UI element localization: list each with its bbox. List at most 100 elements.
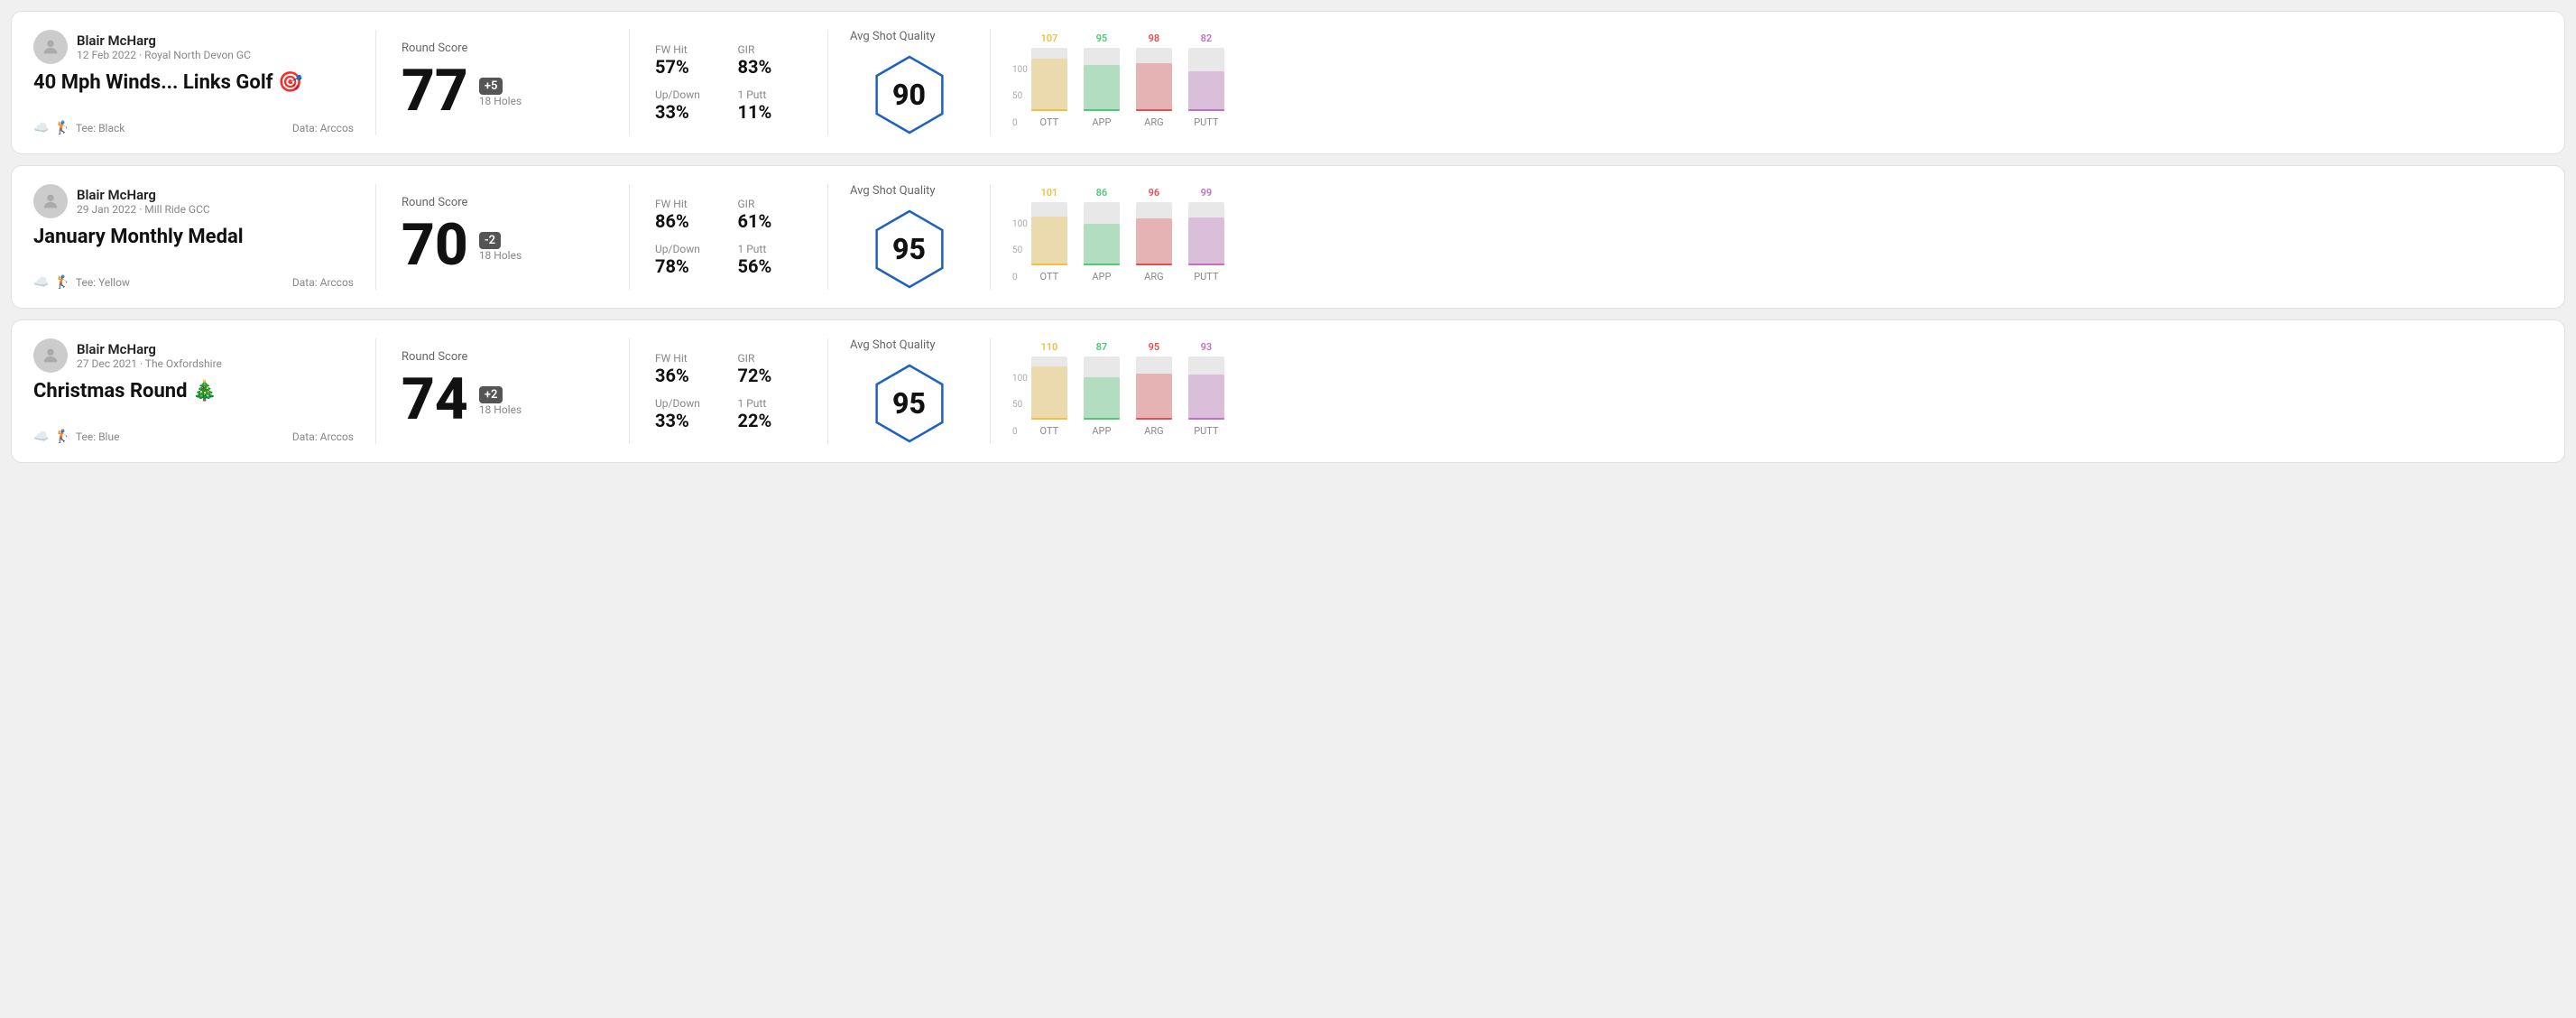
big-score: 74 <box>402 371 468 429</box>
gir-value: 83% <box>738 56 803 78</box>
oneputt-stat: 1 Putt 22% <box>738 397 803 431</box>
bar-fill <box>1031 366 1067 420</box>
quality-section: Avg Shot Quality 95 <box>827 184 990 290</box>
cloud-icon: ☁️ <box>33 121 49 135</box>
updown-stat: Up/Down 78% <box>655 243 720 277</box>
gir-label: GIR <box>738 198 803 210</box>
user-meta: 29 Jan 2022 · Mill Ride GCC <box>77 203 210 216</box>
gir-label: GIR <box>738 43 803 56</box>
fw-hit-stat: FW Hit 57% <box>655 43 720 78</box>
bar-group-ott: 107 OTT <box>1031 32 1067 128</box>
stats-grid: FW Hit 57% GIR 83% Up/Down 33% 1 Putt 11… <box>655 43 802 123</box>
bar-label: OTT <box>1040 271 1059 282</box>
fw-hit-label: FW Hit <box>655 43 720 56</box>
bottom-info: ☁️ 🏌️ Tee: Black Data: Arccos <box>33 121 354 135</box>
bar-group-putt: 82 PUTT <box>1188 32 1224 128</box>
hexagon-container: 95 <box>869 363 950 444</box>
bar-value: 95 <box>1096 32 1108 44</box>
cloud-icon: ☁️ <box>33 430 49 444</box>
bar-group-app: 86 APP <box>1084 187 1120 282</box>
round-score-label: Round Score <box>402 350 604 364</box>
tee-info: ☁️ 🏌️ Tee: Black <box>33 121 125 135</box>
oneputt-label: 1 Putt <box>738 397 803 410</box>
stats-grid: FW Hit 36% GIR 72% Up/Down 33% 1 Putt 22… <box>655 352 802 431</box>
avatar <box>33 184 68 218</box>
bar-chart: 110 OTT 87 APP <box>1031 347 1224 437</box>
tee-bag-icon: 🏌️ <box>54 275 69 290</box>
updown-stat: Up/Down 33% <box>655 88 720 123</box>
bar-fill <box>1084 224 1120 265</box>
score-badge: +2 <box>479 386 503 403</box>
score-row: 77 +5 18 Holes <box>402 62 604 120</box>
bar-wrapper <box>1136 48 1172 111</box>
big-score: 77 <box>402 62 468 120</box>
chart-y-axis: 100 50 0 <box>1012 65 1028 128</box>
bar-group-ott: 110 OTT <box>1031 341 1067 437</box>
user-info: Blair McHarg 12 Feb 2022 · Royal North D… <box>33 30 354 64</box>
bar-fill <box>1188 71 1224 111</box>
bar-line <box>1188 418 1224 420</box>
bar-fill <box>1188 375 1224 420</box>
bar-wrapper <box>1084 48 1120 111</box>
bar-fill <box>1084 377 1120 420</box>
user-name: Blair McHarg <box>77 187 210 203</box>
chart-section: 100 50 0 101 OTT 86 <box>990 184 2543 290</box>
user-meta: 12 Feb 2022 · Royal North Devon GC <box>77 49 251 61</box>
cloud-icon: ☁️ <box>33 275 49 290</box>
quality-section: Avg Shot Quality 90 <box>827 30 990 135</box>
oneputt-stat: 1 Putt 11% <box>738 88 803 123</box>
score-row: 74 +2 18 Holes <box>402 371 604 429</box>
oneputt-label: 1 Putt <box>738 88 803 101</box>
bar-group-putt: 99 PUTT <box>1188 187 1224 282</box>
bar-wrapper <box>1084 202 1120 265</box>
oneputt-stat: 1 Putt 56% <box>738 243 803 277</box>
bar-fill <box>1188 217 1224 265</box>
oneputt-value: 11% <box>738 101 803 123</box>
tee-label: Tee: Yellow <box>76 276 130 289</box>
data-source: Data: Arccos <box>292 276 354 289</box>
chart-y-axis: 100 50 0 <box>1012 219 1028 282</box>
bar-label: ARG <box>1144 116 1163 128</box>
score-detail: +5 18 Holes <box>479 76 522 107</box>
round-card-round3: Blair McHarg 27 Dec 2021 · The Oxfordshi… <box>11 319 2565 463</box>
bar-line <box>1188 264 1224 265</box>
bar-group-arg: 95 ARG <box>1136 341 1172 437</box>
bottom-info: ☁️ 🏌️ Tee: Blue Data: Arccos <box>33 430 354 444</box>
hexagon-score: 90 <box>892 78 926 112</box>
gir-stat: GIR 61% <box>738 198 803 232</box>
round-left-section: Blair McHarg 12 Feb 2022 · Royal North D… <box>33 30 376 135</box>
bar-chart: 101 OTT 86 APP <box>1031 192 1224 282</box>
round-left-section: Blair McHarg 29 Jan 2022 · Mill Ride GCC… <box>33 184 376 290</box>
bar-fill <box>1136 218 1172 265</box>
gir-stat: GIR 72% <box>738 352 803 386</box>
bar-label: ARG <box>1144 425 1163 437</box>
fw-hit-stat: FW Hit 36% <box>655 352 720 386</box>
score-detail: -2 18 Holes <box>479 230 522 262</box>
bar-label: PUTT <box>1194 116 1218 128</box>
quality-label: Avg Shot Quality <box>850 184 936 198</box>
bar-label: PUTT <box>1194 425 1218 437</box>
fw-hit-value: 57% <box>655 56 720 78</box>
score-badge: -2 <box>479 232 501 249</box>
bar-line <box>1136 109 1172 111</box>
bar-chart: 107 OTT 95 APP <box>1031 38 1224 128</box>
tee-info: ☁️ 🏌️ Tee: Blue <box>33 430 119 444</box>
bar-label: OTT <box>1040 116 1059 128</box>
updown-label: Up/Down <box>655 88 720 101</box>
bar-line <box>1084 264 1120 265</box>
round-title: January Monthly Medal <box>33 226 354 248</box>
gir-value: 61% <box>738 210 803 232</box>
bar-value: 98 <box>1149 32 1160 44</box>
score-section: Round Score 70 -2 18 Holes <box>376 184 629 290</box>
bar-value: 96 <box>1149 187 1160 199</box>
bar-value: 101 <box>1040 187 1057 199</box>
bar-wrapper <box>1084 356 1120 420</box>
bar-line <box>1031 109 1067 111</box>
fw-hit-value: 86% <box>655 210 720 232</box>
bar-value: 107 <box>1040 32 1057 44</box>
bar-group-ott: 101 OTT <box>1031 187 1067 282</box>
round-left-section: Blair McHarg 27 Dec 2021 · The Oxfordshi… <box>33 338 376 444</box>
bar-line <box>1084 109 1120 111</box>
user-name: Blair McHarg <box>77 32 251 49</box>
tee-label: Tee: Black <box>76 122 125 134</box>
